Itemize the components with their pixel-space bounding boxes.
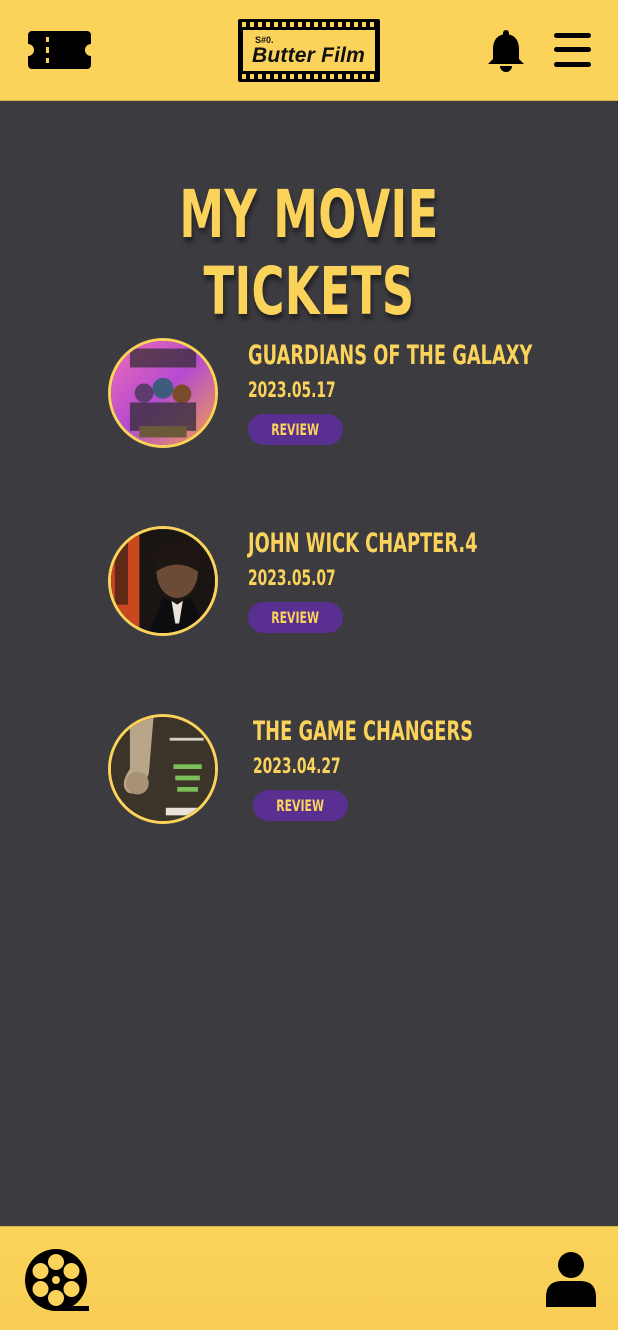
film-strip-holes (242, 74, 376, 79)
review-button[interactable]: REVIEW (248, 602, 343, 633)
app-logo[interactable]: S#0. Butter Film (238, 19, 380, 82)
bell-icon[interactable] (487, 28, 525, 72)
movie-title: THE GAME CHANGERS (253, 716, 474, 747)
user-icon[interactable] (546, 1251, 596, 1307)
ticket-item[interactable]: GUARDIANS OF THE GALAXY 2023.05.17 REVIE… (0, 338, 618, 450)
review-button[interactable]: REVIEW (253, 790, 348, 821)
ticket-item[interactable]: THE GAME CHANGERS 2023.04.27 REVIEW (0, 714, 618, 826)
movie-date: 2023.04.27 (253, 754, 341, 778)
logo-text: Butter Film (252, 44, 366, 67)
logo-panel: S#0. Butter Film (243, 30, 375, 71)
ticket-item[interactable]: JOHN WICK CHAPTER.4 2023.05.07 REVIEW (0, 526, 618, 638)
menu-icon[interactable] (554, 33, 591, 67)
review-button-label: REVIEW (271, 420, 320, 439)
review-button-label: REVIEW (276, 796, 325, 815)
ticket-icon[interactable] (28, 31, 91, 69)
movie-poster (108, 714, 218, 824)
movie-date: 2023.05.17 (248, 378, 336, 402)
film-reel-icon[interactable] (25, 1249, 91, 1311)
review-button[interactable]: REVIEW (248, 414, 343, 445)
movie-poster (108, 338, 218, 448)
top-bar: S#0. Butter Film (0, 0, 618, 101)
movie-poster (108, 526, 218, 636)
movie-title: JOHN WICK CHAPTER.4 (248, 528, 478, 559)
movie-date: 2023.05.07 (248, 566, 336, 590)
review-button-label: REVIEW (271, 608, 320, 627)
page-title: MY MOVIE TICKETS (179, 176, 439, 330)
bottom-nav (0, 1226, 618, 1330)
film-strip-holes (242, 22, 376, 27)
movie-title: GUARDIANS OF THE GALAXY (248, 340, 533, 371)
